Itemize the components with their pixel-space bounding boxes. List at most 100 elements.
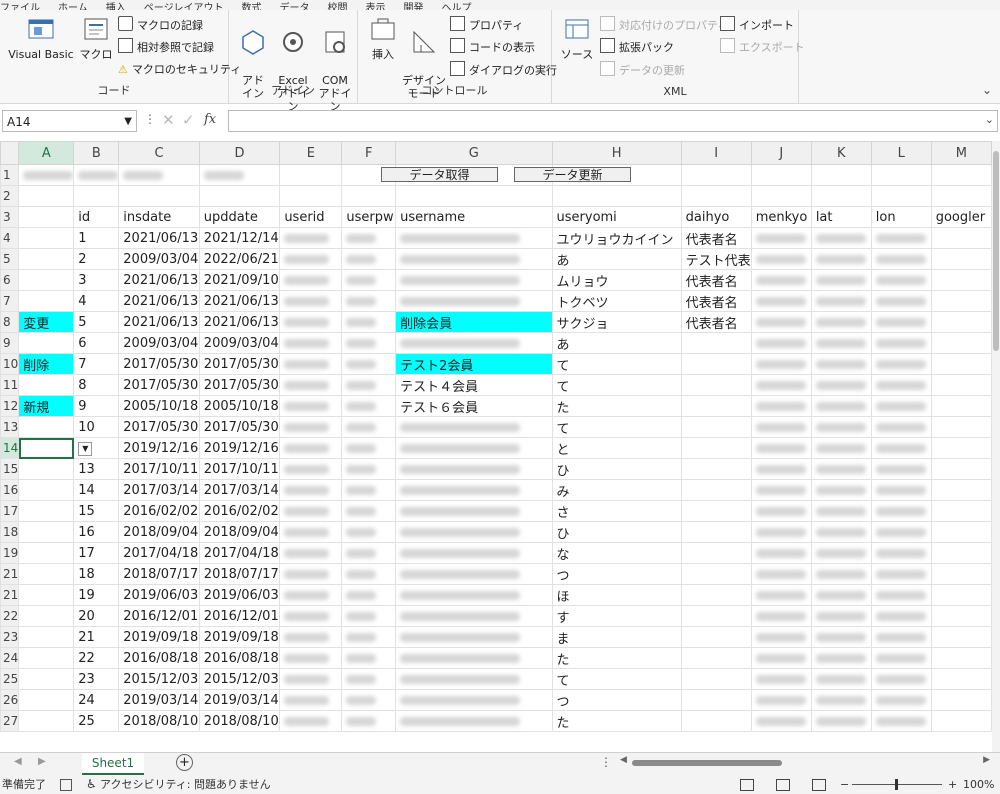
id-cell[interactable]: 8 <box>73 374 120 396</box>
column-header-d[interactable]: D <box>198 141 281 165</box>
lat-cell[interactable] <box>810 500 872 522</box>
insdate-cell[interactable]: 2015/12/03 <box>118 668 200 690</box>
action-cell[interactable]: 新規 <box>18 395 75 417</box>
export-button[interactable]: エクスポート <box>720 38 805 56</box>
insdate-cell[interactable]: 2019/12/16 <box>118 437 200 459</box>
lon-cell[interactable] <box>870 668 932 690</box>
source-button[interactable]: ソース <box>560 14 594 61</box>
menkyo-cell[interactable] <box>750 458 812 480</box>
next-sheet-icon[interactable]: ▶ <box>38 756 46 767</box>
daihyo-cell[interactable] <box>680 353 752 375</box>
lon-cell[interactable] <box>870 395 932 417</box>
horizontal-scroll-thumb[interactable] <box>632 760 782 766</box>
userpw-cell[interactable] <box>341 500 397 522</box>
daihyo-cell[interactable] <box>680 395 752 417</box>
vertical-scrollbar[interactable] <box>992 141 1000 752</box>
useryomi-cell[interactable]: た <box>551 395 682 417</box>
lat-cell[interactable] <box>810 437 872 459</box>
useryomi-cell[interactable]: み <box>551 479 682 501</box>
lat-cell[interactable] <box>810 227 872 249</box>
googler-cell[interactable] <box>930 689 992 711</box>
useryomi-cell[interactable]: ま <box>551 626 682 648</box>
id-cell[interactable]: 15 <box>73 500 120 522</box>
username-cell[interactable] <box>395 584 553 606</box>
action-cell[interactable] <box>18 668 75 690</box>
userpw-cell[interactable] <box>341 227 397 249</box>
googler-cell[interactable] <box>930 437 992 459</box>
menu-item[interactable]: ヘルプ <box>442 3 472 11</box>
row-header[interactable]: 4 <box>0 227 20 249</box>
daihyo-cell[interactable] <box>680 479 752 501</box>
add-sheet-icon[interactable]: + <box>176 754 193 771</box>
more-options-icon[interactable]: ⋮ <box>144 112 156 126</box>
macro-security-button[interactable]: ⚠ マクロのセキュリティ <box>118 61 241 79</box>
menkyo-cell[interactable] <box>750 395 812 417</box>
action-cell[interactable] <box>18 689 75 711</box>
menkyo-cell[interactable] <box>750 521 812 543</box>
upddate-cell[interactable]: 2019/06/03 <box>198 584 281 606</box>
id-cell[interactable]: 5 <box>73 311 120 333</box>
id-cell[interactable]: 4 <box>73 290 120 312</box>
userid-cell[interactable] <box>279 248 343 270</box>
insert-control-button[interactable]: 挿入 <box>366 14 400 61</box>
cell[interactable] <box>341 185 397 207</box>
lat-cell[interactable] <box>810 248 872 270</box>
id-cell[interactable]: 1 <box>73 227 120 249</box>
insdate-cell[interactable]: 2018/09/04 <box>118 521 200 543</box>
daihyo-cell[interactable]: 代表者名 <box>680 269 752 291</box>
action-cell[interactable] <box>18 521 75 543</box>
lon-cell[interactable] <box>870 710 932 732</box>
menu-item[interactable]: 数式 <box>242 3 262 11</box>
googler-cell[interactable] <box>930 605 992 627</box>
daihyo-cell[interactable] <box>680 668 752 690</box>
userpw-cell[interactable] <box>341 584 397 606</box>
userid-cell[interactable] <box>279 689 343 711</box>
upddate-cell[interactable]: 2009/03/04 <box>198 332 281 354</box>
lat-cell[interactable] <box>810 605 872 627</box>
column-header-e[interactable]: E <box>279 141 343 165</box>
insdate-cell[interactable]: 2017/10/11 <box>118 458 200 480</box>
menkyo-cell[interactable] <box>750 584 812 606</box>
lon-cell[interactable] <box>870 458 932 480</box>
macro-button[interactable]: マクロ <box>78 14 114 61</box>
row-header[interactable]: 21 <box>0 584 20 606</box>
row-header[interactable]: 26 <box>0 689 20 711</box>
menu-item[interactable]: 開発 <box>404 3 424 11</box>
googler-cell[interactable] <box>930 584 992 606</box>
userid-cell[interactable] <box>279 332 343 354</box>
googler-cell[interactable] <box>930 353 992 375</box>
lat-cell[interactable] <box>810 647 872 669</box>
daihyo-cell[interactable] <box>680 647 752 669</box>
upddate-cell[interactable]: 2021/06/13 <box>198 290 281 312</box>
record-macro-button[interactable]: マクロの記録 <box>118 16 203 34</box>
menu-item[interactable]: 挿入 <box>106 3 126 11</box>
menkyo-cell[interactable] <box>750 668 812 690</box>
visual-basic-button[interactable]: Visual Basic <box>8 14 74 61</box>
insdate-cell[interactable]: 2016/12/01 <box>118 605 200 627</box>
insdate-cell[interactable]: 2019/09/18 <box>118 626 200 648</box>
username-cell[interactable] <box>395 626 553 648</box>
username-cell[interactable] <box>395 416 553 438</box>
googler-cell[interactable] <box>930 542 992 564</box>
menkyo-cell[interactable] <box>750 626 812 648</box>
userpw-cell[interactable] <box>341 647 397 669</box>
action-cell[interactable] <box>18 584 75 606</box>
row-header[interactable]: 24 <box>0 647 20 669</box>
tab-split-handle-icon[interactable]: ⋮ <box>600 755 612 769</box>
lon-cell[interactable] <box>870 647 932 669</box>
googler-cell[interactable] <box>930 500 992 522</box>
lon-cell[interactable] <box>870 269 932 291</box>
username-cell[interactable] <box>395 563 553 585</box>
userpw-cell[interactable] <box>341 353 397 375</box>
useryomi-cell[interactable]: あ <box>551 332 682 354</box>
userid-cell[interactable] <box>279 353 343 375</box>
zoom-slider[interactable] <box>852 779 942 790</box>
lat-cell[interactable] <box>810 668 872 690</box>
cell[interactable] <box>198 185 281 207</box>
id-cell[interactable]: 9 <box>73 395 120 417</box>
row-header[interactable]: 23 <box>0 626 20 648</box>
get-data-button[interactable]: データ取得 <box>381 167 498 182</box>
userid-cell[interactable] <box>279 626 343 648</box>
action-cell[interactable] <box>18 416 75 438</box>
userpw-cell[interactable] <box>341 416 397 438</box>
